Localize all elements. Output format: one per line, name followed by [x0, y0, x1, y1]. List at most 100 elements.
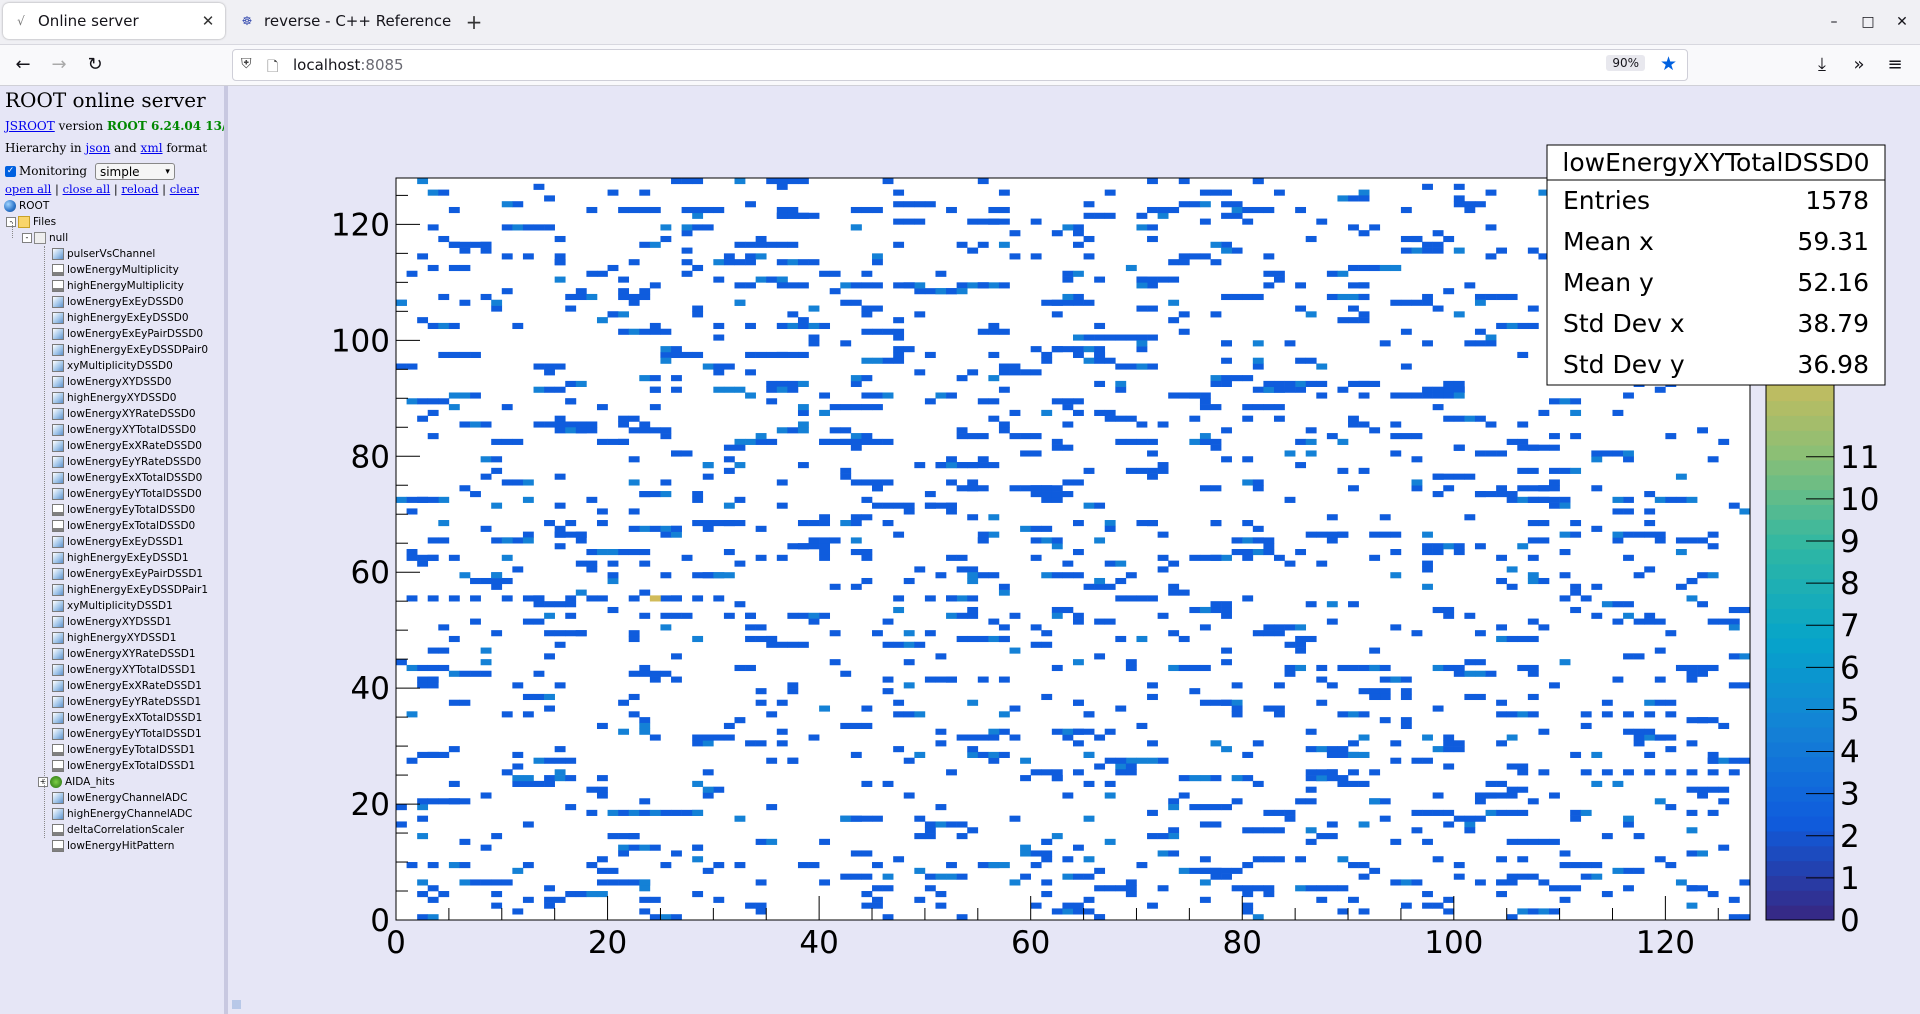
heatmap-cell — [1305, 786, 1317, 793]
heatmap-cell — [1009, 485, 1021, 492]
tree-item[interactable]: lowEnergyExXTotalDSSD0 — [52, 470, 202, 486]
tree-item[interactable]: - null — [22, 230, 68, 246]
heatmap-cell — [1400, 363, 1412, 370]
histogram-2d-icon — [52, 296, 64, 308]
tree-item[interactable]: + AIDA_hits — [38, 774, 115, 790]
json-link[interactable]: json — [85, 141, 110, 155]
maximize-icon[interactable]: □ — [1854, 10, 1882, 34]
tree-item[interactable]: xyMultiplicityDSSD1 — [52, 598, 173, 614]
xml-link[interactable]: xml — [141, 141, 163, 155]
heatmap-cell — [1221, 241, 1232, 248]
heatmap-cell — [861, 873, 873, 880]
tree-item[interactable]: lowEnergyExXRateDSSD1 — [52, 678, 202, 694]
tree-item[interactable]: lowEnergyExEyPairDSSD0 — [52, 326, 203, 342]
heatmap-cell — [914, 896, 926, 903]
heatmap-cell — [1453, 247, 1465, 254]
tree-item[interactable]: lowEnergyXYRateDSSD1 — [52, 646, 196, 662]
zoom-indicator[interactable]: 90% — [1606, 55, 1645, 71]
resize-handle[interactable] — [232, 1000, 241, 1009]
tree-item-label: lowEnergyEyYTotalDSSD1 — [67, 728, 202, 740]
palette-segment — [1766, 563, 1834, 580]
tree-item[interactable]: lowEnergyExXRateDSSD0 — [52, 438, 202, 454]
tree-item[interactable]: lowEnergyEyTotalDSSD0 — [52, 502, 195, 518]
heatmap-cell — [1517, 421, 1529, 428]
url-text[interactable]: localhost:8085 — [293, 56, 404, 74]
expand-icon[interactable]: + — [38, 777, 48, 787]
heatmap-cell — [1527, 322, 1539, 330]
heatmap-cell — [1612, 780, 1624, 787]
tree-item[interactable]: lowEnergyEyTotalDSSD1 — [52, 742, 195, 758]
tree-item[interactable]: lowEnergyExTotalDSSD0 — [52, 518, 195, 534]
histogram-plot[interactable]: 0 20 40 60 80 100 1200204060801001200123456789… — [228, 86, 1920, 1014]
heatmap-cell — [596, 891, 608, 898]
close-window-icon[interactable]: ✕ — [1888, 10, 1916, 34]
reload-icon[interactable]: ↻ — [81, 51, 109, 79]
tree-item[interactable]: highEnergyExEyDSSD0 — [52, 310, 189, 326]
tree-item[interactable]: xyMultiplicityDSSD0 — [52, 358, 173, 374]
heatmap-cell — [1348, 305, 1359, 312]
jsroot-link[interactable]: JSROOT — [5, 119, 55, 133]
tree-item[interactable]: lowEnergyMultiplicity — [52, 262, 179, 278]
tree-item[interactable]: ROOT — [4, 198, 49, 214]
heatmap-cell — [522, 253, 534, 260]
clear-link[interactable]: clear — [170, 182, 199, 196]
heatmap-cell — [734, 601, 746, 608]
tree-item[interactable]: pulserVsChannel — [52, 246, 155, 262]
tab-cpp-reference[interactable]: ☸ reverse - C++ Reference — [229, 3, 455, 39]
tree-item[interactable]: lowEnergyEyYRateDSSD1 — [52, 694, 201, 710]
collapse-icon[interactable]: - — [6, 217, 16, 227]
forward-icon[interactable]: → — [45, 51, 73, 79]
collapse-icon[interactable]: - — [22, 233, 32, 243]
shield-icon[interactable]: ⛨ — [241, 56, 252, 72]
open-all-link[interactable]: open all — [5, 182, 51, 196]
heatmap-cell — [1485, 334, 1497, 341]
tree-item[interactable]: highEnergyExEyDSSDPair1 — [52, 582, 208, 598]
overflow-icon[interactable]: » — [1845, 51, 1873, 79]
heatmap-cell — [1041, 409, 1053, 416]
heatmap-cell — [956, 612, 968, 619]
tree-item[interactable]: highEnergyMultiplicity — [52, 278, 184, 294]
bookmark-star-icon[interactable]: ★ — [1660, 53, 1677, 75]
tree-item[interactable]: lowEnergyEyYTotalDSSD0 — [52, 486, 202, 502]
tree-item[interactable]: deltaCorrelationScaler — [52, 822, 184, 838]
tree-item[interactable]: lowEnergyXYDSSD1 — [52, 614, 171, 630]
back-icon[interactable]: ← — [9, 51, 37, 79]
downloads-icon[interactable]: ⤓ — [1808, 51, 1836, 79]
tree-item[interactable]: lowEnergyExTotalDSSD1 — [52, 758, 195, 774]
reload-link[interactable]: reload — [121, 182, 158, 196]
monitoring-select[interactable]: simple ▾ — [94, 163, 175, 180]
tree-item[interactable]: lowEnergyXYDSSD0 — [52, 374, 171, 390]
close-all-link[interactable]: close all — [63, 182, 111, 196]
tree-item[interactable]: lowEnergyEyYTotalDSSD1 — [52, 726, 202, 742]
tab-online-server[interactable]: √ Online server ✕ — [3, 3, 225, 39]
heatmap-cell — [893, 699, 905, 706]
heatmap-cell — [977, 241, 989, 248]
url-bar[interactable]: ⛨ 🗋 localhost:8085 90% ★ — [232, 49, 1688, 81]
tree-item[interactable]: highEnergyChannelADC — [52, 806, 192, 822]
heatmap-cell — [1295, 305, 1307, 312]
tree-item[interactable]: lowEnergyEyYRateDSSD0 — [52, 454, 201, 470]
tree-item[interactable]: highEnergyExEyDSSDPair0 — [52, 342, 208, 358]
minimize-icon[interactable]: – — [1820, 10, 1848, 34]
heatmap-cell — [1115, 635, 1127, 643]
tree-item[interactable]: lowEnergyXYRateDSSD0 — [52, 406, 196, 422]
heatmap-cell — [797, 409, 809, 416]
tree-item[interactable]: - Files — [6, 214, 56, 230]
tree-item[interactable]: highEnergyXYDSSD0 — [52, 390, 176, 406]
monitoring-checkbox[interactable]: ✓ — [5, 166, 16, 177]
close-icon[interactable]: ✕ — [197, 12, 219, 30]
tree-item[interactable]: lowEnergyChannelADC — [52, 790, 187, 806]
tree-item[interactable]: lowEnergyXYTotalDSSD1 — [52, 662, 196, 678]
tree-item[interactable]: lowEnergyExEyDSSD1 — [52, 534, 184, 550]
tree-item[interactable]: lowEnergyXYTotalDSSD0 — [52, 422, 196, 438]
tree-item[interactable]: highEnergyExEyDSSD1 — [52, 550, 189, 566]
tree-item[interactable]: lowEnergyExEyDSSD0 — [52, 294, 184, 310]
tree-item[interactable]: lowEnergyExEyPairDSSD1 — [52, 566, 203, 582]
tree-item[interactable]: lowEnergyExXTotalDSSD1 — [52, 710, 202, 726]
new-tab-button[interactable]: + — [460, 8, 488, 36]
heatmap-cell — [1485, 293, 1497, 301]
tree-item[interactable]: highEnergyXYDSSD1 — [52, 630, 176, 646]
tree-item[interactable]: lowEnergyHitPattern — [52, 838, 174, 854]
heatmap-cell — [1147, 467, 1158, 474]
menu-icon[interactable]: ≡ — [1881, 51, 1909, 79]
